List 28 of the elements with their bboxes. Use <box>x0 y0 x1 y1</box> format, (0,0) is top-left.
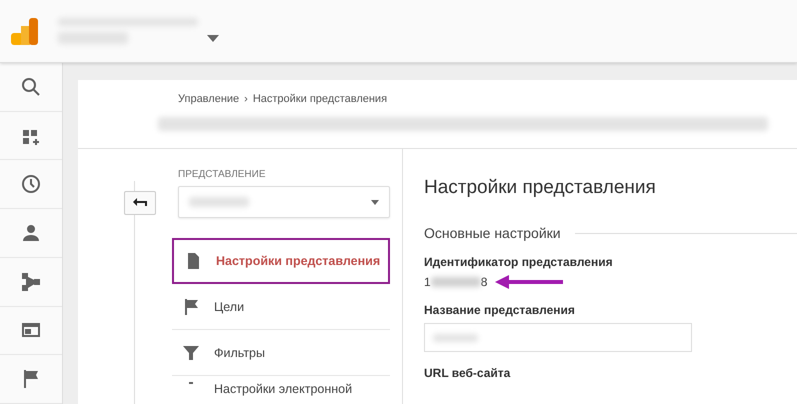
field-label: Название представления <box>424 303 576 317</box>
flag-icon <box>182 298 200 316</box>
caret-icon[interactable] <box>207 34 219 42</box>
field-label: URL веб-сайта <box>424 366 512 380</box>
pointer-arrow <box>495 275 566 289</box>
back-arrow-icon <box>133 198 147 208</box>
view-id-end: 8 <box>480 275 488 289</box>
page-heading: Настройки представления <box>424 177 657 199</box>
blurred-view-id <box>430 277 481 287</box>
clock-icon[interactable] <box>20 173 42 196</box>
branch-icon[interactable] <box>20 270 42 293</box>
caret-icon <box>371 200 379 204</box>
section-heading: Основные настройки <box>424 225 561 241</box>
logo-icon <box>11 18 38 44</box>
nav-item[interactable]: Цели <box>172 284 390 330</box>
back-button[interactable] <box>124 191 156 215</box>
nav-item[interactable]: Фильтры <box>172 330 390 376</box>
input-field[interactable] <box>424 323 692 352</box>
view-id-start: 1 <box>424 275 431 289</box>
field-label: Идентификатор представления <box>424 255 614 269</box>
dash-icon <box>189 382 193 384</box>
nav-item[interactable]: Настройки представления <box>172 238 390 284</box>
nav-item[interactable]: Настройки электронной <box>172 376 390 404</box>
search-icon[interactable] <box>20 76 42 98</box>
breadcrumb-link[interactable]: Управление <box>178 93 240 105</box>
breadcrumb-separator: › <box>244 93 248 105</box>
filter-icon <box>182 344 200 362</box>
section-label: ПРЕДСТАВЛЕНИЕ <box>178 169 267 180</box>
